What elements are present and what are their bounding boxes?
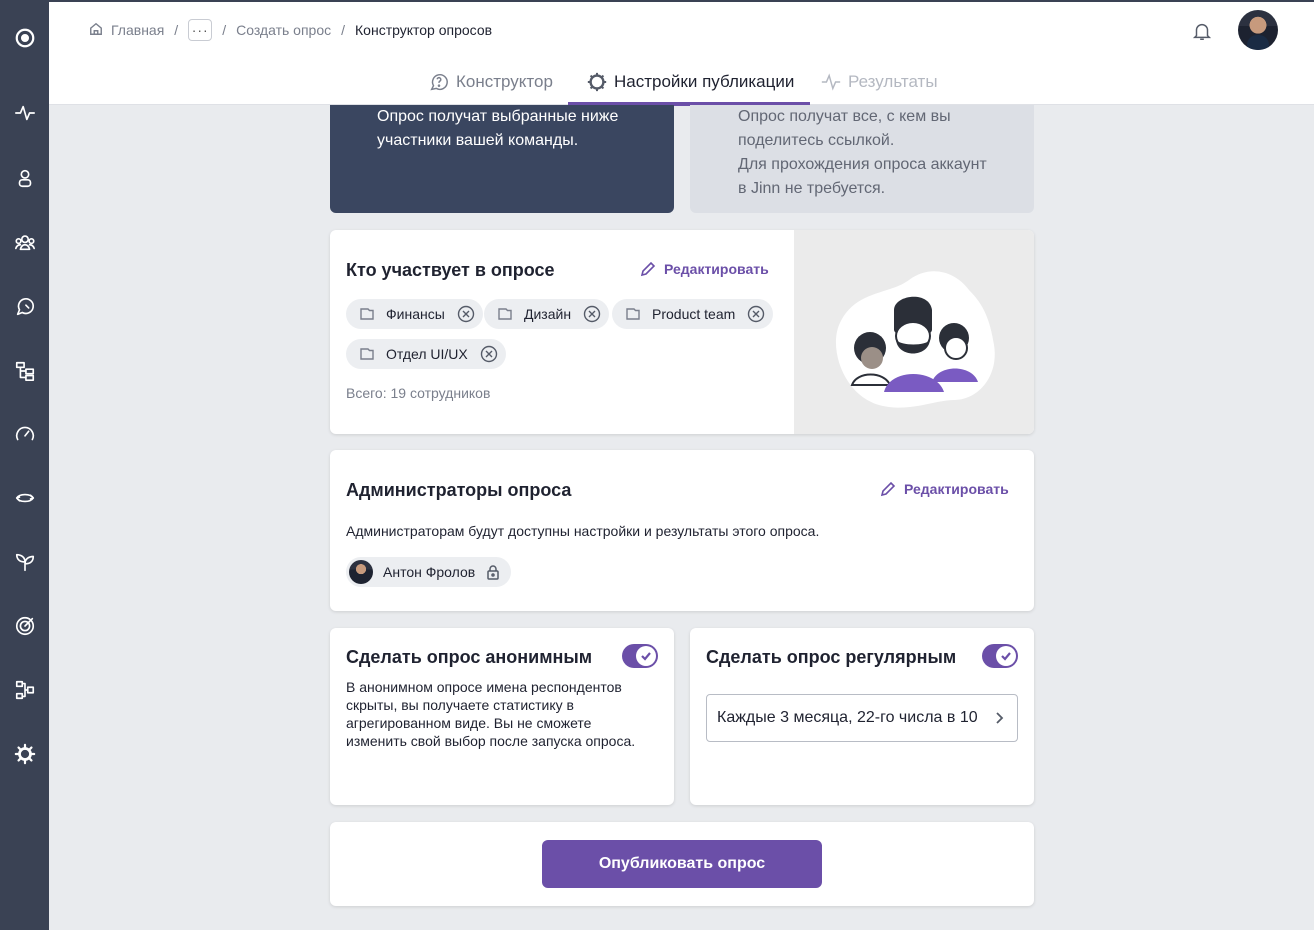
check-icon [996,646,1016,666]
breadcrumb-create-survey[interactable]: Создать опрос [236,22,331,38]
top-header: Главная / ··· / Создать опрос / Конструк… [49,0,1314,58]
tab-constructor[interactable]: Конструктор [428,58,553,105]
person-icon[interactable] [12,165,37,190]
growth-icon[interactable] [12,549,37,574]
feedback-icon[interactable] [12,294,37,319]
admins-title: Администраторы опроса [346,480,572,500]
participant-chip: Отдел UI/UX [346,339,506,369]
bell-icon[interactable] [1191,20,1213,42]
admins-edit-label: Редактировать [904,481,1009,497]
lock-icon [485,564,501,580]
pencil-icon [880,481,896,497]
team-illustration-image [835,271,995,408]
breadcrumb-separator: / [222,22,227,38]
sidebar [0,0,49,930]
participant-chip: Финансы [346,299,483,329]
participants-title: Кто участвует в опросе [346,260,555,280]
participant-chip: Дизайн [484,299,610,329]
anonymous-description: В анонимном опросе имена респондентов ск… [346,679,636,749]
remove-chip-icon[interactable] [480,345,498,363]
logo-icon[interactable] [12,25,37,50]
chevron-right-icon [996,712,1004,724]
target-icon[interactable] [12,613,37,638]
audience-option-team[interactable]: Опрос получат выбранные ниже участники в… [330,105,674,213]
home-icon[interactable] [89,22,105,38]
folder-icon [360,347,374,361]
folder-icon [360,307,374,321]
schedule-select[interactable]: Каждые 3 месяца, 22-го числа в 10 [706,694,1018,742]
schedule-value: Каждые 3 месяца, 22-го числа в 10 [717,709,978,726]
admin-name: Антон Фролов [383,564,476,580]
breadcrumb-separator: / [341,22,346,38]
remove-chip-icon[interactable] [583,305,601,323]
team-icon[interactable] [12,229,37,254]
user-avatar[interactable] [1238,10,1278,50]
pulse-icon[interactable] [12,100,37,125]
remove-chip-icon[interactable] [457,305,475,323]
breadcrumb: Главная / ··· / Создать опрос / Конструк… [89,2,492,58]
audience-option-team-text: Опрос получат выбранные ниже участники в… [377,108,619,149]
audience-option-link-text: Опрос получат все, с кем вы поделитесь с… [738,108,987,197]
pencil-icon [640,261,656,277]
org-structure-icon[interactable] [12,358,37,383]
tab-publish-settings[interactable]: Настройки публикации [567,58,811,106]
publish-button[interactable]: Опубликовать опрос [542,840,822,888]
breadcrumb-separator: / [174,22,179,38]
folder-icon [498,307,512,321]
tab-results-label: Результаты [848,71,938,91]
admins-description: Администраторам будут доступны настройки… [346,523,820,539]
anonymous-toggle[interactable] [622,644,658,668]
anonymous-title: Сделать опрос анонимным [346,647,593,667]
participant-chip: Product team [612,299,774,329]
participants-edit-label: Редактировать [664,261,769,277]
gear-icon [587,72,607,91]
team-illustration [794,230,1034,434]
breadcrumb-home[interactable]: Главная [111,22,164,38]
regular-toggle[interactable] [982,644,1018,668]
tab-bar: Конструктор Настройки публикации Результ… [49,58,1314,106]
participant-chip-label: Дизайн [524,306,572,322]
workflow-icon[interactable] [12,677,37,702]
tab-constructor-label: Конструктор [456,71,553,91]
participant-chip-label: Отдел UI/UX [386,346,468,362]
admin-person-chip: Антон Фролов [346,557,512,587]
speedometer-icon[interactable] [12,421,37,446]
breadcrumb-current: Конструктор опросов [355,22,493,38]
participants-edit-button[interactable]: Редактировать [640,261,769,277]
sync-icon[interactable] [12,485,37,510]
admin-avatar [349,560,373,584]
tab-results: Результаты [820,58,938,105]
question-bubble-icon [430,73,448,90]
admins-edit-button[interactable]: Редактировать [880,481,1009,497]
check-icon [636,646,656,666]
pulse-icon [821,72,841,91]
breadcrumb-more-button[interactable]: ··· [188,19,213,41]
participants-total: Всего: 19 сотрудников [346,385,491,401]
audience-option-link[interactable]: Опрос получат все, с кем вы поделитесь с… [690,105,1034,213]
remove-chip-icon[interactable] [747,305,765,323]
participant-chip-label: Product team [652,306,736,322]
tab-publish-settings-label: Настройки публикации [614,71,795,91]
folder-icon [626,307,640,321]
settings-gear-icon[interactable] [12,741,37,766]
regular-title: Сделать опрос регулярным [706,647,957,667]
participant-chip-label: Финансы [386,306,445,322]
